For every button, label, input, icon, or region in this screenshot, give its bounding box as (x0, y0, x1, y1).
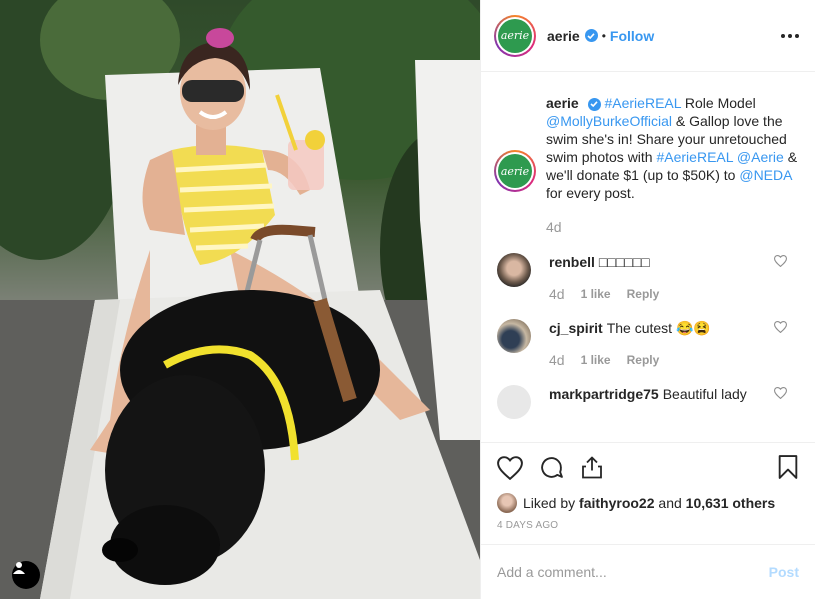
caption-text-segment: for every post. (546, 185, 635, 201)
user-icon (13, 562, 25, 574)
commenter-avatar[interactable] (497, 385, 531, 419)
caption-username[interactable]: aerie (546, 95, 579, 111)
post-header: aerie aerie • Follow (481, 0, 815, 72)
post-date[interactable]: 4 DAYS AGO (481, 514, 815, 540)
author-username[interactable]: aerie (547, 28, 580, 44)
post-photo[interactable] (0, 0, 480, 599)
author-avatar-logo: aerie (498, 18, 532, 53)
post-side-panel: aerie aerie • Follow aerie aerie #AerieR… (480, 0, 815, 599)
likes-summary: Liked by faithyroo22 and 10,631 others (481, 492, 815, 514)
caption-text: #AerieREAL Role Model @MollyBurkeOfficia… (546, 95, 797, 201)
comment-username[interactable]: markpartridge75 (549, 386, 659, 402)
post-actions (481, 442, 815, 492)
liker-username[interactable]: faithyroo22 (579, 495, 654, 511)
likes-middle: and (654, 495, 686, 511)
comment-time[interactable]: 4d (549, 285, 565, 303)
comment-time[interactable]: 4d (549, 351, 565, 369)
caption-time[interactable]: 4d (546, 218, 799, 236)
post-comment-button[interactable]: Post (769, 564, 799, 580)
separator-dot: • (601, 28, 606, 43)
caption-link[interactable]: #AerieREAL (656, 149, 733, 165)
comment-icon[interactable] (539, 455, 564, 480)
caption-body: aerie #AerieREAL Role Model @MollyBurkeO… (546, 94, 799, 253)
comment-item: renbell □□□□□□ 4d 1 like Reply (497, 253, 799, 303)
comment-text: The cutest 😂😫 (606, 320, 711, 336)
caption-link[interactable]: @MollyBurkeOfficial (546, 113, 672, 129)
comment-item: markpartridge75 Beautiful lady (497, 385, 799, 419)
author-avatar[interactable]: aerie (494, 14, 536, 57)
follow-button[interactable]: Follow (610, 28, 654, 44)
verified-badge-icon (587, 97, 601, 111)
caption-link[interactable]: @Aerie (737, 149, 784, 165)
add-comment-input[interactable] (497, 564, 769, 580)
liker-avatar[interactable] (497, 493, 517, 513)
comment-like-heart-icon[interactable] (774, 255, 787, 267)
caption-author-avatar[interactable]: aerie (494, 150, 536, 192)
likes-count[interactable]: 10,631 others (686, 495, 776, 511)
post-caption: aerie aerie #AerieREAL Role Model @Molly… (494, 88, 799, 253)
comment-username[interactable]: cj_spirit (549, 320, 603, 336)
caption-avatar-logo: aerie (498, 154, 532, 188)
comment-likes[interactable]: 1 like (581, 285, 611, 303)
user-tags-button[interactable] (12, 561, 40, 589)
add-comment-bar: Post (481, 544, 815, 599)
caption-text-segment: Role Model (681, 95, 756, 111)
comment-likes[interactable]: 1 like (581, 351, 611, 369)
comments-list[interactable]: aerie aerie #AerieREAL Role Model @Molly… (481, 72, 815, 442)
verified-badge-icon (584, 29, 598, 42)
instagram-post: aerie aerie • Follow aerie aerie #AerieR… (0, 0, 815, 599)
commenter-avatar[interactable] (497, 319, 531, 353)
commenter-avatar[interactable] (497, 253, 531, 287)
caption-link[interactable]: #AerieREAL (604, 95, 681, 111)
comment-text: Beautiful lady (662, 386, 747, 402)
like-heart-icon[interactable] (497, 455, 523, 480)
save-bookmark-icon[interactable] (777, 455, 799, 480)
more-options-icon[interactable] (781, 33, 799, 38)
caption-link[interactable]: @NEDA (739, 167, 791, 183)
comment-like-heart-icon[interactable] (774, 321, 787, 333)
share-icon[interactable] (580, 455, 604, 480)
comment-like-heart-icon[interactable] (774, 387, 787, 399)
comment-text: □□□□□□ (598, 254, 650, 270)
post-photo-illustration (0, 0, 480, 599)
reply-button[interactable]: Reply (627, 351, 660, 369)
reply-button[interactable]: Reply (627, 285, 660, 303)
comment-username[interactable]: renbell (549, 254, 595, 270)
likes-prefix: Liked by (523, 495, 576, 511)
comment-item: cj_spirit The cutest 😂😫 4d 1 like Reply (497, 319, 799, 369)
